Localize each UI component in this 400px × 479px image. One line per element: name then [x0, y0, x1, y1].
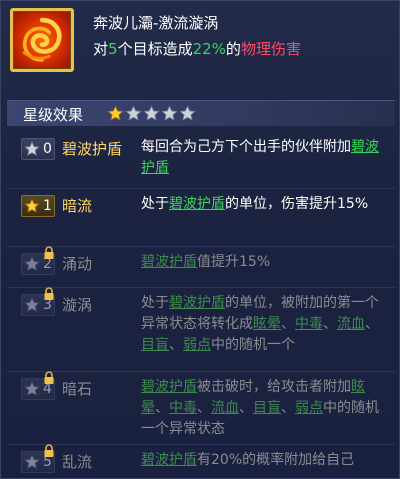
description-text: 有20%的概率附加给自己 [197, 452, 355, 468]
description-text: 值提升15% [197, 254, 271, 270]
description-text: 、 [281, 316, 295, 332]
status-keyword-link[interactable]: 碧波护盾 [141, 254, 197, 270]
desc-text: 对 [93, 40, 109, 58]
star-effect-row: 5 乱流 碧波护盾有20%的概率附加给自己 [7, 443, 395, 479]
description-text: 、 [239, 400, 253, 416]
status-keyword-link[interactable]: 目盲 [253, 400, 281, 416]
description-text: 中的随机一个 [211, 337, 295, 353]
status-keyword-link[interactable]: 流血 [337, 316, 365, 332]
star-effect-description: 处于碧波护盾的单位，被附加的第一个异常状态将转化成眩晕、中毒、流血、目盲、弱点中… [141, 293, 391, 356]
star-level-number: 0 [43, 141, 52, 157]
description-text: 被击破时，给攻击者附加 [197, 379, 351, 395]
star-effect-row: 3 漩涡 处于碧波护盾的单位，被附加的第一个异常状态将转化成眩晕、中毒、流血、目盲、… [7, 286, 395, 372]
star-level-badge: 1 [21, 195, 55, 217]
damage-type: 物理伤害 [240, 40, 301, 58]
lock-icon [43, 245, 55, 259]
description-text: 、 [169, 337, 183, 353]
star-icon [24, 256, 40, 272]
star-effect-name: 乱流 [62, 453, 93, 471]
desc-text: 个目标造成 [117, 40, 193, 58]
star-effect-name: 漩涡 [62, 296, 93, 314]
status-keyword-link[interactable]: 弱点 [295, 400, 323, 416]
skill-name: 奔波儿灞-激流漩涡 [93, 14, 219, 32]
star-empty-icon [125, 105, 142, 122]
star-effect-row: 4 暗石 碧波护盾被击破时，给攻击者附加眩晕、中毒、流血、目盲、弱点中的随机一个异常… [7, 370, 395, 445]
description-text: 、 [197, 400, 211, 416]
star-effect-description: 碧波护盾有20%的概率附加给自己 [141, 450, 391, 471]
description-text: 处于 [141, 295, 169, 311]
star-icon [24, 381, 40, 397]
status-keyword-link[interactable]: 流血 [211, 400, 239, 416]
star-effect-row: 1 暗流 处于碧波护盾的单位，伤害提升15% [7, 189, 395, 247]
status-keyword-link[interactable]: 碧波护盾 [169, 196, 225, 212]
star-effect-description: 每回合为己方下个出手的伙伴附加碧波护盾 [141, 137, 391, 179]
star-icon [24, 141, 40, 157]
star-effect-description: 碧波护盾值提升15% [141, 252, 391, 273]
skill-detail-panel: 奔波儿灞-激流漩涡 对5个目标造成22%的物理伤害 星级效果 0 碧波护盾 每回合为… [0, 0, 400, 479]
lock-icon [43, 370, 55, 384]
star-effects-bar: 星级效果 [7, 100, 395, 126]
lock-icon [43, 286, 55, 300]
star-effect-description: 碧波护盾被击破时，给攻击者附加眩晕、中毒、流血、目盲、弱点中的随机一个异常状态 [141, 377, 391, 440]
description-text: 每回合为己方下个出手的伙伴附加 [141, 139, 351, 155]
desc-text: 的 [225, 40, 241, 58]
damage-percent: 22% [192, 40, 226, 58]
star-effects-title: 星级效果 [23, 106, 84, 124]
star-level-badge: 0 [21, 138, 55, 160]
skill-header: 奔波儿灞-激流漩涡 对5个目标造成22%的物理伤害 [1, 1, 400, 85]
description-text: 的单位，伤害提升15% [225, 196, 369, 212]
description-text: 、 [155, 400, 169, 416]
star-empty-icon [179, 105, 196, 122]
description-text: 、 [365, 316, 379, 332]
lock-icon [43, 443, 55, 457]
status-keyword-link[interactable]: 中毒 [295, 316, 323, 332]
status-keyword-link[interactable]: 碧波护盾 [141, 452, 197, 468]
star-level-number: 1 [43, 198, 52, 214]
star-icon [24, 198, 40, 214]
star-empty-icon [161, 105, 178, 122]
star-empty-icon [143, 105, 160, 122]
star-effect-description: 处于碧波护盾的单位，伤害提升15% [141, 194, 391, 215]
status-keyword-link[interactable]: 目盲 [141, 337, 169, 353]
skill-description: 对5个目标造成22%的物理伤害 [93, 38, 301, 59]
star-effect-name: 涌动 [62, 255, 93, 273]
description-text: 处于 [141, 196, 169, 212]
star-effect-name: 暗流 [62, 197, 93, 215]
status-keyword-link[interactable]: 弱点 [183, 337, 211, 353]
status-keyword-link[interactable]: 碧波护盾 [141, 379, 197, 395]
star-effect-row: 2 涌动 碧波护盾值提升15% [7, 245, 395, 288]
description-text: 、 [323, 316, 337, 332]
star-filled-icon [107, 105, 124, 122]
star-icon [24, 454, 40, 470]
status-keyword-link[interactable]: 碧波护盾 [169, 295, 225, 311]
description-text: 、 [281, 400, 295, 416]
star-effect-row: 0 碧波护盾 每回合为己方下个出手的伙伴附加碧波护盾 [7, 132, 395, 189]
star-effect-name: 暗石 [62, 380, 93, 398]
star-effect-name: 碧波护盾 [62, 140, 123, 158]
vortex-icon [10, 8, 74, 72]
status-keyword-link[interactable]: 中毒 [169, 400, 197, 416]
star-rating [107, 105, 196, 123]
target-count: 5 [108, 40, 118, 58]
star-icon [24, 297, 40, 313]
status-keyword-link[interactable]: 眩晕 [253, 316, 281, 332]
